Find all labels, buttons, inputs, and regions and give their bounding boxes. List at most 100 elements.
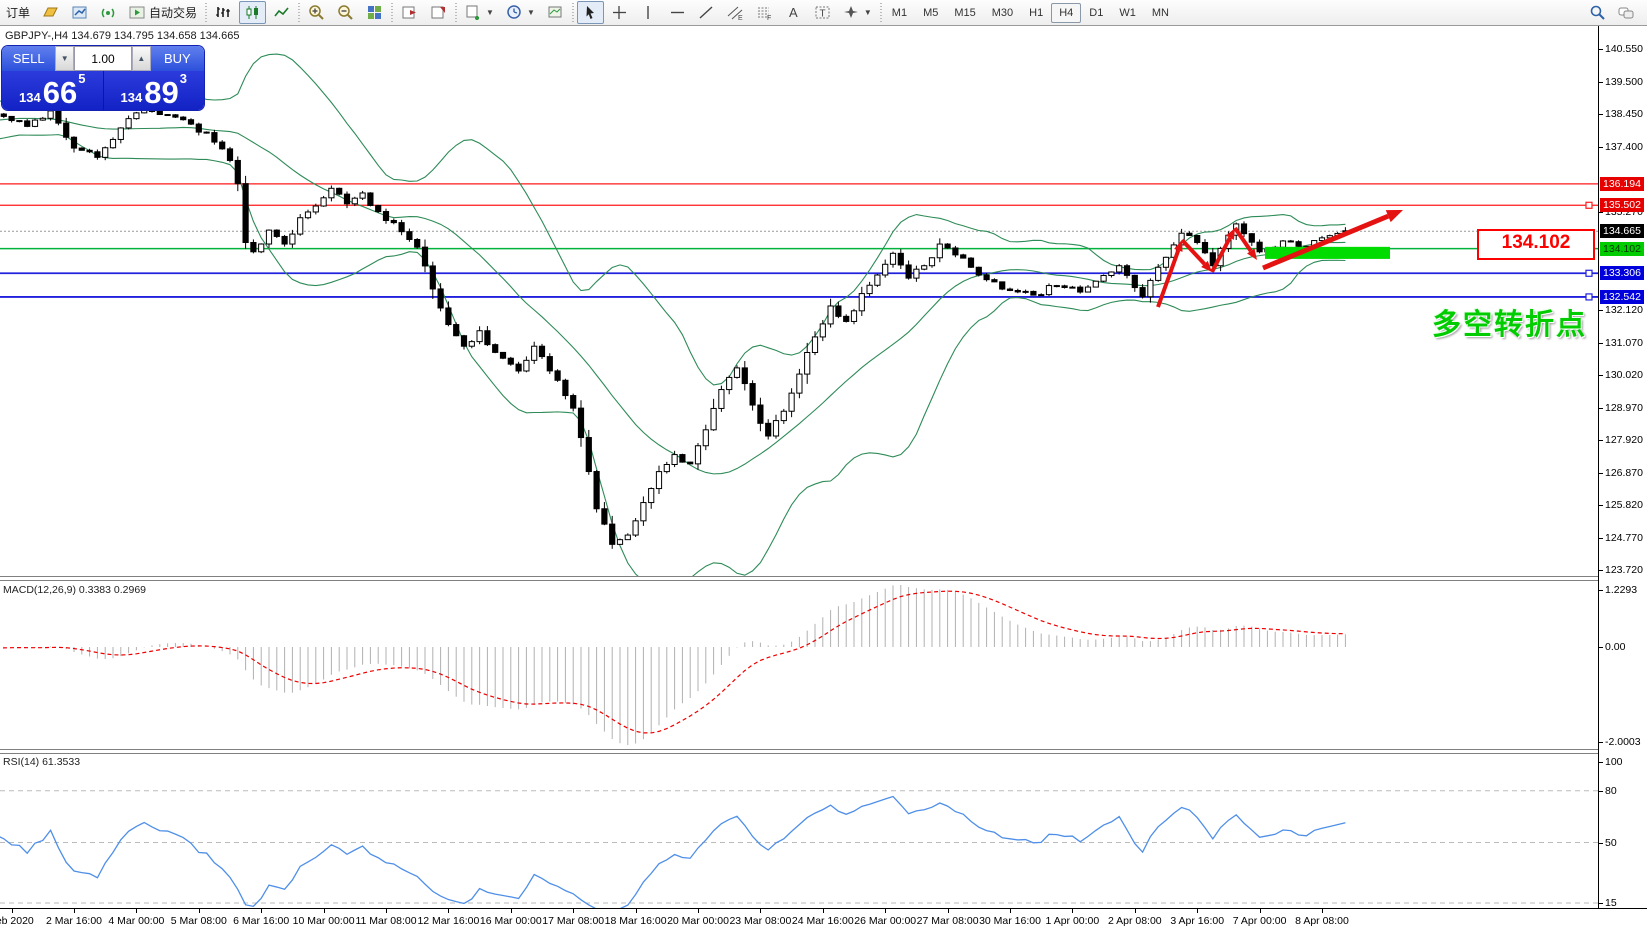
bars-icon [215, 4, 232, 21]
timeframe-m15[interactable]: M15 [946, 3, 983, 23]
gold-chart-icon[interactable] [37, 1, 64, 24]
price-tick [1599, 375, 1603, 376]
chat-icon[interactable] [1613, 1, 1640, 24]
hline-icon [669, 4, 686, 21]
price-badge: 132.542 [1600, 290, 1644, 304]
time-tick [136, 909, 137, 913]
timeframe-m5[interactable]: M5 [915, 3, 946, 23]
turning-point-annotation[interactable]: 多空转折点 [1432, 301, 1587, 343]
bar-chart-type-button[interactable] [210, 1, 237, 24]
macd-layer [0, 585, 1345, 745]
time-tick [1010, 909, 1011, 913]
shift-icon [401, 4, 418, 21]
zoom-out-button[interactable] [332, 1, 359, 24]
macd-panel-separator[interactable] [0, 576, 1598, 581]
candles-icon [244, 4, 261, 21]
time-tick [448, 909, 449, 913]
svg-text:A: A [789, 5, 798, 20]
candlestick-type-button[interactable] [239, 1, 266, 24]
new-chart-button[interactable]: ▼ [460, 1, 499, 24]
price-tick [1599, 408, 1603, 409]
price-tick [1599, 440, 1603, 441]
buy-price[interactable]: 134 89 3 [104, 71, 205, 110]
cursor-button[interactable] [577, 1, 604, 24]
timeframe-mn[interactable]: MN [1144, 3, 1177, 23]
channel-button[interactable]: E [722, 1, 749, 24]
price-tick [1599, 762, 1603, 763]
time-tick [1072, 909, 1073, 913]
new-order-button-label: 订单 [6, 4, 30, 21]
timeframe-m30[interactable]: M30 [984, 3, 1021, 23]
key-level-price-label[interactable]: 134.102 [1477, 229, 1595, 260]
time-tick [74, 909, 75, 913]
linechart-icon [273, 4, 290, 21]
zoom-in-button[interactable] [303, 1, 330, 24]
price-axis[interactable]: 140.550139.500138.450137.400135.270132.1… [1598, 26, 1647, 908]
price-tick [1599, 742, 1603, 743]
chart-autoscroll-button[interactable] [425, 1, 452, 24]
volume-increase-button[interactable]: ▲ [132, 46, 151, 71]
clock-icon [506, 4, 523, 21]
one-click-trade-panel: SELL ▼ ▲ BUY 134 66 5 134 89 3 [2, 46, 204, 110]
price-tick [1599, 114, 1603, 115]
toolbar-separator [455, 3, 457, 23]
chart-shift-button[interactable] [396, 1, 423, 24]
vline-icon [640, 4, 657, 21]
arrows-icon [843, 4, 860, 21]
timeframe-h1[interactable]: H1 [1021, 3, 1051, 23]
new-order-button[interactable]: 订单 [1, 1, 35, 24]
time-tick-label: 27 Mar 08:00 [917, 915, 979, 927]
timeframe-w1[interactable]: W1 [1111, 3, 1144, 23]
svg-text:T: T [819, 9, 825, 20]
chevron-down-icon: ▼ [486, 8, 494, 17]
search-icon[interactable] [1584, 1, 1611, 24]
chart-properties-button[interactable] [542, 1, 569, 24]
chart-canvas[interactable] [0, 26, 1647, 944]
line-chart-type-button[interactable] [268, 1, 295, 24]
rsi-axis-label: 50 [1605, 837, 1617, 849]
volume-input[interactable] [74, 46, 132, 71]
vertical-line-button[interactable] [635, 1, 662, 24]
price-tick-label: 127.920 [1605, 434, 1643, 446]
time-tick [698, 909, 699, 913]
timeframe-d1[interactable]: D1 [1081, 3, 1111, 23]
tile-windows-button[interactable] [361, 1, 388, 24]
depth-of-market-icon[interactable] [66, 1, 93, 24]
chart-window[interactable]: GBPJPY-,H4 134.679 134.795 134.658 134.6… [0, 26, 1647, 944]
chevron-down-icon: ▼ [527, 8, 535, 17]
time-tick [1197, 909, 1198, 913]
trendline-button[interactable] [693, 1, 720, 24]
timeframe-m1[interactable]: M1 [884, 3, 915, 23]
crosshair-button[interactable] [606, 1, 633, 24]
sell-price[interactable]: 134 66 5 [2, 71, 104, 110]
time-tick-label: 6 Mar 16:00 [233, 915, 289, 927]
time-tick [324, 909, 325, 913]
rsi-panel-separator[interactable] [0, 749, 1598, 754]
fibonacci-button[interactable]: F [751, 1, 778, 24]
chevron-down-icon: ▼ [864, 8, 872, 17]
price-tick [1599, 505, 1603, 506]
text-button[interactable]: A [780, 1, 807, 24]
sell-button[interactable]: SELL [2, 46, 55, 71]
time-tick-label: Feb 2020 [0, 915, 34, 927]
time-tick [1135, 909, 1136, 913]
macd-axis-label: 0.00 [1605, 641, 1625, 653]
signal-icon[interactable] [95, 1, 122, 24]
period-button[interactable]: ▼ [501, 1, 540, 24]
time-tick-label: 16 Mar 00:00 [480, 915, 542, 927]
macd-label: MACD(12,26,9) 0.3383 0.2969 [3, 584, 146, 596]
price-tick-label: 137.400 [1605, 141, 1643, 153]
text-label-button[interactable]: T [809, 1, 836, 24]
price-tick-label: 128.970 [1605, 402, 1643, 414]
horizontal-line-button[interactable] [664, 1, 691, 24]
time-axis[interactable]: Feb 20202 Mar 16:004 Mar 00:005 Mar 08:0… [0, 908, 1647, 945]
arrows-button[interactable]: ▼ [838, 1, 877, 24]
zoomin-icon [308, 4, 325, 21]
price-tick-label: 138.450 [1605, 108, 1643, 120]
timeframe-h4[interactable]: H4 [1051, 3, 1081, 23]
autotrade-button[interactable]: 自动交易 [124, 1, 202, 24]
symbol-ohlc-line: GBPJPY-,H4 134.679 134.795 134.658 134.6… [5, 30, 239, 42]
svg-text:E: E [738, 15, 743, 21]
volume-decrease-button[interactable]: ▼ [55, 46, 74, 71]
buy-button[interactable]: BUY [151, 46, 204, 71]
